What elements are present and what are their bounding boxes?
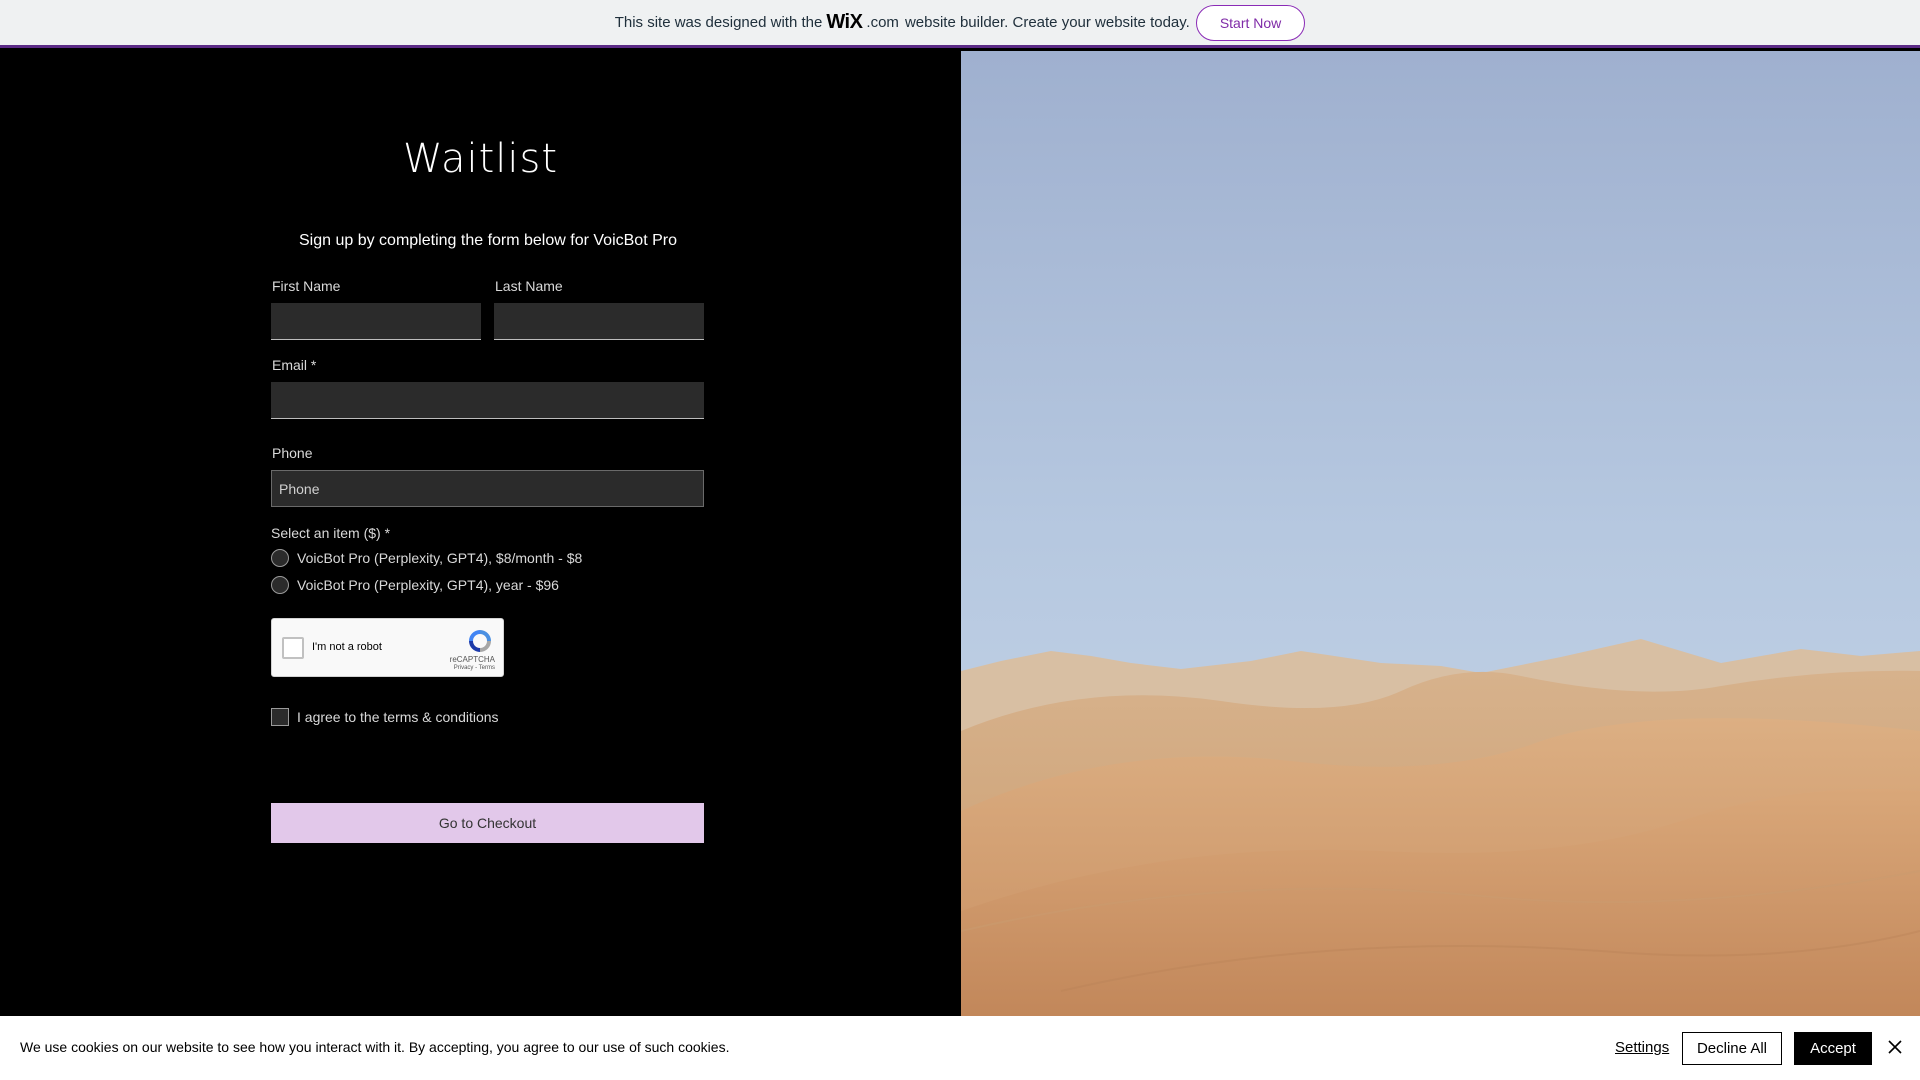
checkout-button[interactable]: Go to Checkout [271, 803, 704, 843]
accept-button[interactable]: Accept [1794, 1032, 1872, 1065]
desert-image [961, 51, 1920, 1016]
terms-checkbox-row[interactable]: I agree to the terms & conditions [271, 708, 499, 726]
last-name-label: Last Name [495, 278, 563, 294]
cookie-settings-link[interactable]: Settings [1615, 1039, 1669, 1056]
form-subtitle: Sign up by completing the form below for… [299, 232, 677, 249]
phone-label: Phone [272, 445, 313, 461]
start-now-button[interactable]: Start Now [1195, 4, 1306, 41]
wix-banner-text: This site was designed with the WiX .com … [615, 11, 1190, 34]
recaptcha-links[interactable]: Privacy - Terms [454, 665, 495, 671]
first-name-input[interactable] [271, 303, 481, 340]
recaptcha-widget: I'm not a robot reCAPTCHA Privacy - Term… [271, 618, 504, 677]
terms-label: I agree to the terms & conditions [297, 709, 499, 725]
banner-text-after: website builder. Create your website tod… [904, 14, 1190, 31]
option-monthly[interactable]: VoicBot Pro (Perplexity, GPT4), $8/month… [271, 549, 582, 567]
recaptcha-brand: reCAPTCHA [449, 655, 495, 664]
email-input[interactable] [271, 382, 704, 419]
decline-all-button[interactable]: Decline All [1682, 1032, 1782, 1065]
select-item-label: Select an item ($) * [271, 525, 391, 541]
recaptcha-logo-icon [469, 630, 491, 652]
form-panel: Waitlist Sign up by completing the form … [0, 51, 961, 1016]
recaptcha-label: I'm not a robot [312, 641, 382, 653]
option-monthly-label: VoicBot Pro (Perplexity, GPT4), $8/month… [297, 550, 583, 566]
banner-text-before: This site was designed with the [614, 14, 823, 31]
page-title: Waitlist [402, 136, 559, 182]
option-yearly[interactable]: VoicBot Pro (Perplexity, GPT4), year - $… [271, 576, 559, 594]
recaptcha-checkbox[interactable] [282, 637, 304, 659]
phone-input[interactable] [271, 470, 704, 507]
last-name-input[interactable] [494, 303, 704, 340]
close-icon[interactable] [1887, 1039, 1903, 1055]
wix-logo: WiX [826, 11, 863, 33]
cookie-consent-bar: We use cookies on our website to see how… [0, 1016, 1920, 1080]
option-yearly-label: VoicBot Pro (Perplexity, GPT4), year - $… [297, 577, 559, 593]
terms-checkbox[interactable] [271, 708, 289, 726]
first-name-label: First Name [272, 278, 341, 294]
radio-button[interactable] [271, 549, 289, 567]
radio-button[interactable] [271, 576, 289, 594]
desert-landscape-image [961, 51, 1920, 1016]
cookie-text: We use cookies on our website to see how… [20, 1039, 730, 1055]
email-label: Email * [272, 357, 317, 373]
wix-logo-suffix: .com [866, 14, 899, 31]
wix-banner: This site was designed with the WiX .com … [0, 0, 1920, 48]
